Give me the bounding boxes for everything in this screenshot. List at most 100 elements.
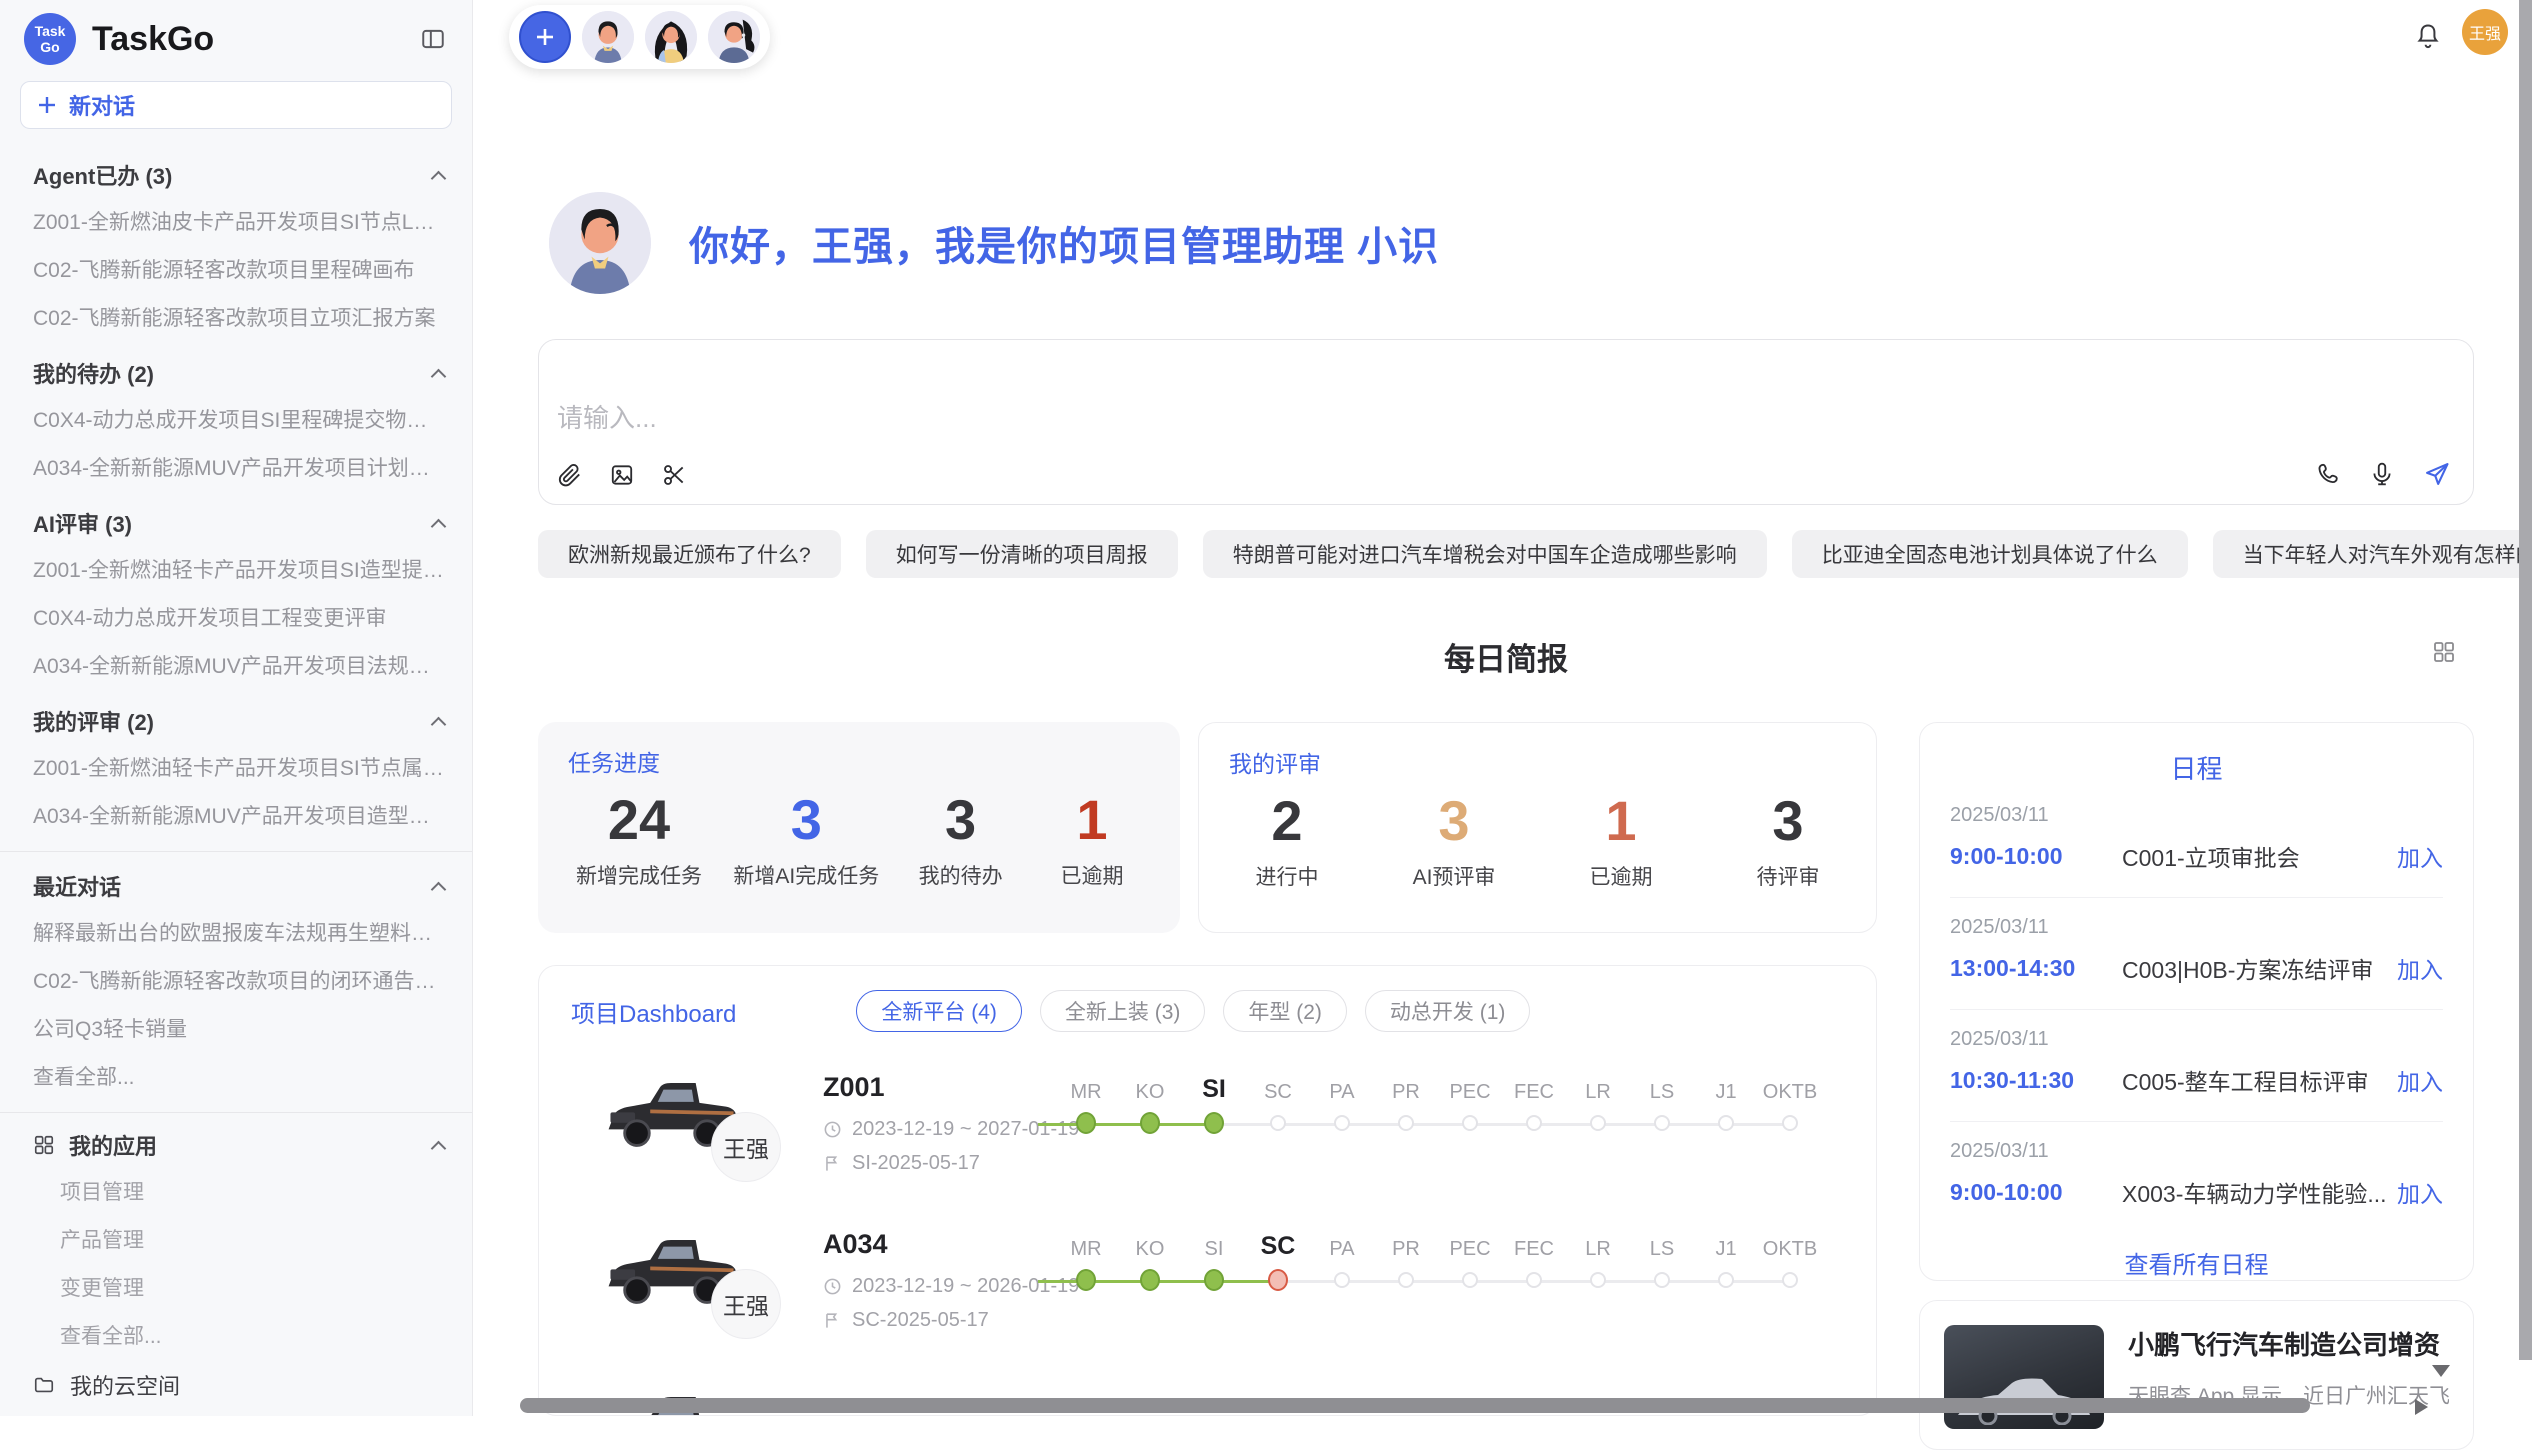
recent-chat-item[interactable]: C02-飞腾新能源轻客改款项目的闭环通告反馈情况 [0, 956, 472, 1004]
app-item-product-mgmt[interactable]: 产品管理 [0, 1215, 472, 1263]
dashboard-tabs: 全新平台 (4) 全新上装 (3) 年型 (2) 动总开发 (1) [856, 990, 1530, 1032]
milestone: OKTB [1758, 1223, 1822, 1291]
sidebar-item[interactable]: A034-全新新能源MUV产品开发项目造型可行性评审 [0, 791, 472, 839]
section-title: 我的评审 (2) [33, 705, 433, 737]
owner-name: 王强 [723, 1287, 769, 1321]
user-avatar[interactable]: 王强 [2462, 9, 2508, 55]
section-title: 我的待办 (2) [33, 357, 433, 389]
section-header-my-review[interactable]: 我的评审 (2) [0, 689, 472, 743]
app-item-change-mgmt[interactable]: 变更管理 [0, 1263, 472, 1311]
notification-bell-icon[interactable] [2414, 22, 2442, 50]
stat-value: 3 [911, 784, 1011, 856]
flag-icon [823, 1154, 842, 1173]
greeting-text: 你好，王强，我是你的项目管理助理 小识 [689, 214, 1439, 272]
milestone-dot [1462, 1272, 1478, 1288]
join-meeting-link[interactable]: 加入 [2397, 839, 2443, 873]
news-card[interactable]: 小鹏飞行汽车制造公司增资 天眼查 App 显示，近日广州汇天飞行汽... [1919, 1300, 2474, 1450]
tab-model-year[interactable]: 年型 (2) [1223, 990, 1347, 1032]
sidebar-item-favorites[interactable]: 我的收藏 [0, 1411, 472, 1416]
stat-label: 新增AI完成任务 [733, 860, 879, 890]
tab-new-platform[interactable]: 全新平台 (4) [856, 990, 1022, 1032]
join-meeting-link[interactable]: 加入 [2397, 1063, 2443, 1097]
sidebar-item[interactable]: C02-飞腾新能源轻客改款项目立项汇报方案 [0, 293, 472, 341]
folder-icon [33, 1374, 55, 1396]
sidebar-item[interactable]: C0X4-动力总成开发项目工程变更评审 [0, 593, 472, 641]
schedule-date: 2025/03/11 [1950, 1028, 2443, 1051]
chevron-up-icon [431, 518, 447, 534]
sidebar-item-cloud-space[interactable]: 我的云空间 [0, 1359, 472, 1411]
milestone: LR [1566, 1066, 1630, 1134]
schedule-event-title: C003|H0B-方案冻结评审 [2122, 951, 2397, 985]
scroll-down-arrow[interactable] [2432, 1365, 2450, 1377]
horizontal-scrollbar[interactable] [520, 1398, 2310, 1413]
section-title: AI评审 (3) [33, 507, 433, 539]
send-icon[interactable] [2423, 460, 2451, 488]
section-title: Agent已办 (3) [33, 159, 433, 191]
milestone-dot [1782, 1115, 1798, 1131]
sidebar-item[interactable]: C0X4-动力总成开发项目SI里程碑提交物检查 [0, 395, 472, 443]
sidebar-item[interactable]: C02-飞腾新能源轻客改款项目里程碑画布 [0, 245, 472, 293]
section-header-my-apps[interactable]: 我的应用 [0, 1115, 472, 1167]
chat-input-card[interactable]: 请输入... [538, 339, 2474, 505]
section-header-recent-chats[interactable]: 最近对话 [0, 854, 472, 908]
app-item-project-mgmt[interactable]: 项目管理 [0, 1167, 472, 1215]
milestone-dot [1590, 1115, 1606, 1131]
suggestion-chip[interactable]: 当下年轻人对汽车外观有怎样的喜好趋势 [2213, 530, 2532, 578]
milestone-dot [1268, 1269, 1288, 1291]
recent-chat-item[interactable]: 公司Q3轻卡销量 [0, 1004, 472, 1052]
sidebar-item[interactable]: Z001-全新燃油轻卡产品开发项目SI造型提交物评审 [0, 545, 472, 593]
phone-icon[interactable] [2315, 461, 2341, 487]
stat-label: 已逾期 [1042, 860, 1142, 890]
project-dates: 2023-12-19 ~ 2027-01-19 [823, 1118, 1079, 1141]
milestone-dot [1718, 1115, 1734, 1131]
agent-avatar[interactable] [582, 11, 634, 63]
sidebar-item[interactable]: Z001-全新燃油轻卡产品开发项目SI节点属性5D文件评审 [0, 743, 472, 791]
section-header-agent-done[interactable]: Agent已办 (3) [0, 143, 472, 197]
suggestion-chip[interactable]: 欧洲新规最近颁布了什么? [538, 530, 841, 578]
view-all-apps-link[interactable]: 查看全部... [0, 1311, 472, 1359]
attachment-icon[interactable] [557, 462, 583, 488]
clock-icon [823, 1277, 842, 1296]
project-row[interactable]: 王强 A034 2023-12-19 ~ 2026-01-19 SC-2025-… [539, 1219, 1876, 1376]
layout-grid-icon[interactable] [2432, 640, 2456, 664]
assistant-greeting: 你好，王强，我是你的项目管理助理 小识 [549, 192, 1439, 294]
suggestion-chip[interactable]: 比亚迪全固态电池计划具体说了什么 [1792, 530, 2188, 578]
collapse-sidebar-icon[interactable] [416, 22, 450, 56]
suggestion-chip[interactable]: 特朗普可能对进口汽车增税会对中国车企造成哪些影响 [1203, 530, 1767, 578]
sidebar-item[interactable]: A034-全新新能源MUV产品开发项目计划变更表编写 [0, 443, 472, 491]
stat-overdue: 1 已逾期 [1042, 784, 1142, 890]
chat-input-placeholder[interactable]: 请输入... [557, 398, 657, 435]
new-chat-button[interactable]: 新对话 [20, 81, 452, 129]
milestone-dot [1334, 1272, 1350, 1288]
view-all-schedule-link[interactable]: 查看所有日程 [1920, 1245, 2473, 1280]
join-meeting-link[interactable]: 加入 [2397, 1175, 2443, 1209]
vertical-scrollbar[interactable] [2519, 0, 2532, 1360]
add-agent-button[interactable] [519, 11, 571, 63]
join-meeting-link[interactable]: 加入 [2397, 951, 2443, 985]
image-icon[interactable] [609, 462, 635, 488]
milestone-dot [1654, 1115, 1670, 1131]
schedule-entry: 2025/03/11 10:30-11:30 C005-整车工程目标评审 加入 [1950, 1010, 2443, 1122]
owner-name: 王强 [723, 1130, 769, 1164]
plus-icon [533, 25, 557, 49]
project-row[interactable]: 王强 Z001 2023-12-19 ~ 2027-01-19 SI-2025-… [539, 1062, 1876, 1219]
section-header-my-todo[interactable]: 我的待办 (2) [0, 341, 472, 395]
recent-chat-item[interactable]: 解释最新出台的欧盟报废车法规再生塑料比例被调至15%... [0, 908, 472, 956]
microphone-icon[interactable] [2369, 461, 2395, 487]
scissors-icon[interactable] [661, 462, 687, 488]
section-header-ai-review[interactable]: AI评审 (3) [0, 491, 472, 545]
sidebar-item[interactable]: Z001-全新燃油皮卡产品开发项目SI节点Lesson Learn报告 [0, 197, 472, 245]
sidebar-item[interactable]: A034-全新新能源MUV产品开发项目法规符合性评审 [0, 641, 472, 689]
scroll-right-arrow[interactable] [2415, 1399, 2428, 1415]
input-right-toolbar [2315, 460, 2451, 488]
milestone-current: SC [1246, 1223, 1310, 1291]
tab-powertrain-dev[interactable]: 动总开发 (1) [1365, 990, 1531, 1032]
tab-new-body[interactable]: 全新上装 (3) [1040, 990, 1206, 1032]
agent-avatar[interactable] [645, 11, 697, 63]
stat-label: 已逾期 [1571, 861, 1671, 891]
view-all-chats-link[interactable]: 查看全部... [0, 1052, 472, 1100]
suggestion-chip[interactable]: 如何写一份清晰的项目周报 [866, 530, 1178, 578]
milestone-dot [1398, 1272, 1414, 1288]
agent-avatar[interactable] [708, 11, 760, 63]
milestone: J1 [1694, 1223, 1758, 1291]
